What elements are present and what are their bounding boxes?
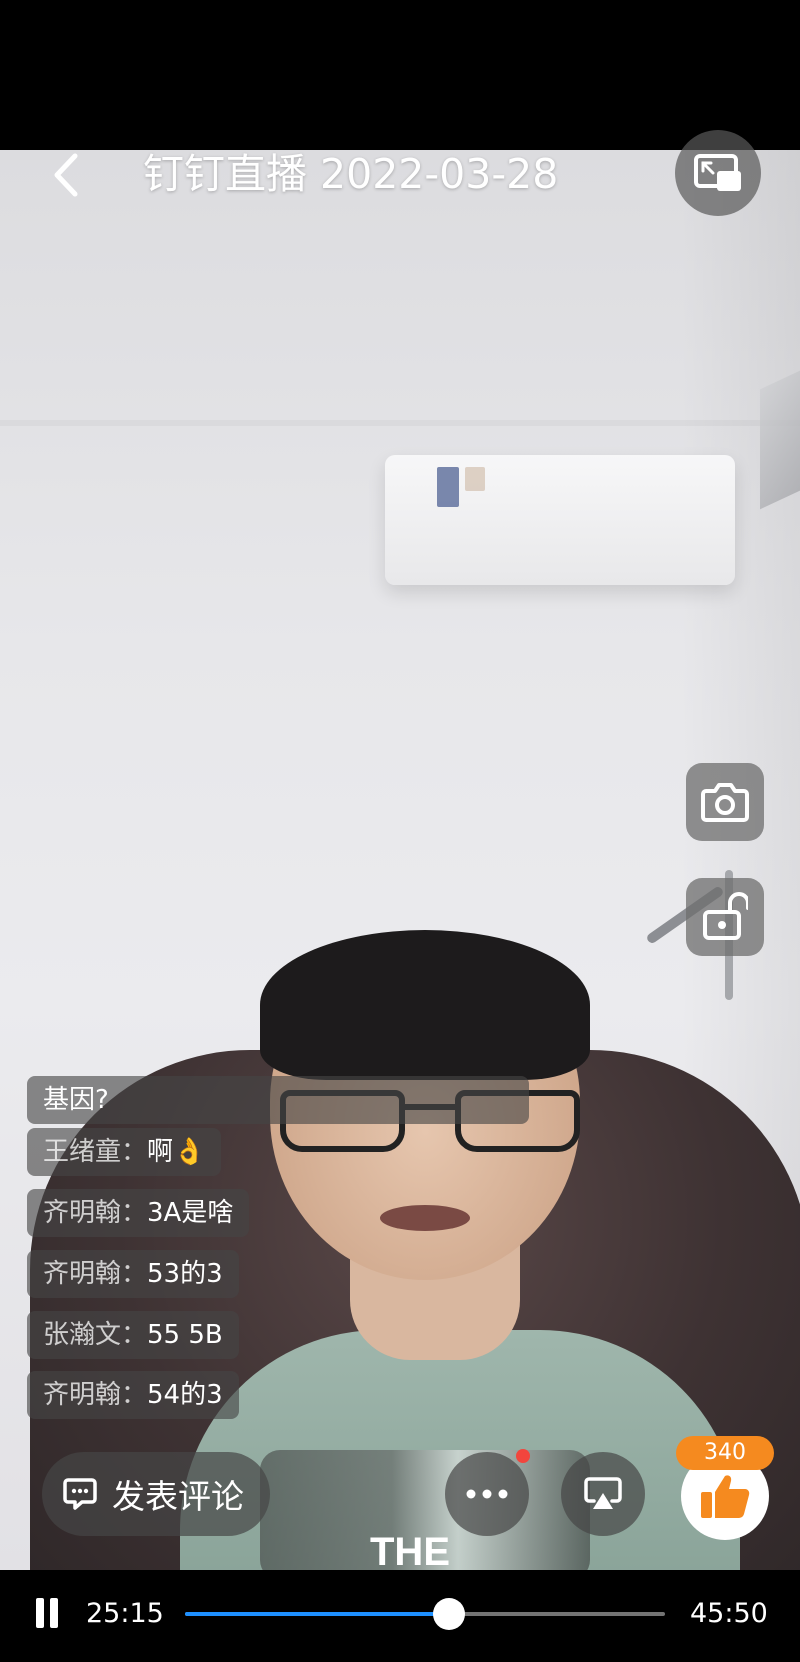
current-time: 25:15 bbox=[86, 1598, 164, 1629]
chevron-left-icon bbox=[54, 153, 78, 197]
presenter-hair bbox=[260, 930, 590, 1080]
sweater-print-text: THE bbox=[370, 1530, 450, 1570]
progress-thumb[interactable] bbox=[433, 1598, 465, 1630]
air-conditioner bbox=[385, 455, 735, 585]
comment-text: 啊👌 bbox=[147, 1137, 206, 1167]
comment-author: 齐明翰： bbox=[43, 1259, 148, 1289]
ac-label bbox=[437, 467, 459, 507]
comment-text: 54的3 bbox=[147, 1380, 223, 1410]
comment-item: 王绪童：啊👌 bbox=[27, 1128, 222, 1176]
picture-in-picture-icon bbox=[694, 154, 741, 191]
comment-author: 齐明翰： bbox=[43, 1380, 148, 1410]
comment-text: 基因? bbox=[43, 1085, 109, 1115]
unlock-icon bbox=[703, 892, 748, 940]
chat-bubble-icon bbox=[63, 1478, 97, 1510]
back-button[interactable] bbox=[40, 145, 90, 205]
comment-author: 王绪童： bbox=[43, 1137, 148, 1167]
pause-icon bbox=[36, 1598, 44, 1628]
progress-fill bbox=[185, 1612, 449, 1616]
like-count-badge: 340 bbox=[676, 1436, 774, 1470]
progress-slider[interactable] bbox=[185, 1598, 665, 1630]
comment-text: 3A是啥 bbox=[147, 1198, 234, 1228]
picture-in-picture-button[interactable] bbox=[675, 130, 761, 216]
notification-dot bbox=[516, 1449, 530, 1463]
screenshot-button[interactable] bbox=[686, 763, 764, 841]
screen-cast-icon bbox=[584, 1477, 622, 1509]
comment-item: 齐明翰：54的3 bbox=[27, 1371, 239, 1419]
more-dots-icon bbox=[466, 1489, 508, 1499]
comment-item: 张瀚文：55 5B bbox=[27, 1311, 239, 1359]
screen-cast-button[interactable] bbox=[561, 1452, 645, 1536]
thumbs-up-icon bbox=[701, 1475, 750, 1518]
comment-item: 基因? bbox=[27, 1076, 529, 1124]
presenter-mouth bbox=[380, 1205, 470, 1231]
comment-item: 齐明翰：3A是啥 bbox=[27, 1189, 250, 1237]
more-button[interactable] bbox=[445, 1452, 529, 1536]
pause-icon bbox=[50, 1598, 58, 1628]
camera-icon bbox=[701, 783, 749, 822]
comment-item: 齐明翰：53的3 bbox=[27, 1250, 239, 1298]
comment-author: 齐明翰： bbox=[43, 1198, 148, 1228]
wall-vent bbox=[760, 370, 800, 510]
comment-author: 张瀚文： bbox=[43, 1320, 148, 1350]
screen-lock-button[interactable] bbox=[686, 878, 764, 956]
pause-button[interactable] bbox=[34, 1598, 60, 1628]
comment-text: 55 5B bbox=[147, 1320, 223, 1350]
total-time: 45:50 bbox=[690, 1598, 768, 1629]
post-comment-label: 发表评论 bbox=[112, 1477, 244, 1516]
comment-text: 53的3 bbox=[147, 1259, 223, 1289]
ac-sticker bbox=[465, 467, 485, 491]
post-comment-button[interactable]: 发表评论 bbox=[42, 1452, 270, 1536]
status-bar bbox=[0, 0, 800, 150]
page-title: 钉钉直播 2022-03-28 bbox=[143, 150, 559, 198]
